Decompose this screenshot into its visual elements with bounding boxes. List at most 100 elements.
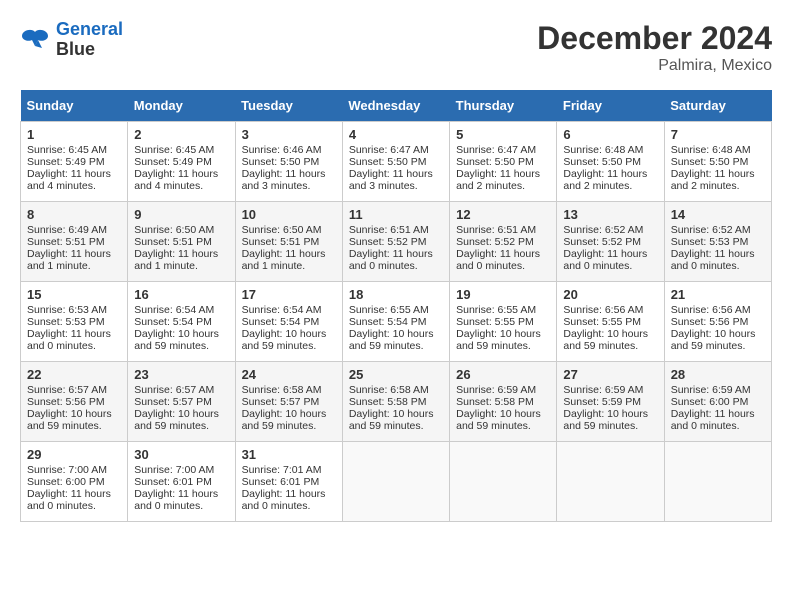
day-number: 2 (134, 127, 228, 142)
daylight: Daylight: 10 hours and 59 minutes. (563, 408, 648, 432)
calendar-cell: 19 Sunrise: 6:55 AM Sunset: 5:55 PM Dayl… (450, 282, 557, 362)
daylight: Daylight: 11 hours and 1 minute. (27, 248, 111, 272)
daylight: Daylight: 11 hours and 3 minutes. (242, 168, 326, 192)
sunrise: Sunrise: 6:52 AM (671, 224, 751, 236)
sunrise: Sunrise: 6:59 AM (456, 384, 536, 396)
calendar-cell: 15 Sunrise: 6:53 AM Sunset: 5:53 PM Dayl… (21, 282, 128, 362)
page-header: GeneralBlue December 2024 Palmira, Mexic… (20, 20, 772, 75)
daylight: Daylight: 11 hours and 0 minutes. (242, 488, 326, 512)
calendar-cell: 12 Sunrise: 6:51 AM Sunset: 5:52 PM Dayl… (450, 202, 557, 282)
calendar-cell: 22 Sunrise: 6:57 AM Sunset: 5:56 PM Dayl… (21, 362, 128, 442)
calendar-cell: 14 Sunrise: 6:52 AM Sunset: 5:53 PM Dayl… (664, 202, 771, 282)
sunrise: Sunrise: 7:01 AM (242, 464, 322, 476)
day-number: 29 (27, 447, 121, 462)
daylight: Daylight: 11 hours and 2 minutes. (456, 168, 540, 192)
calendar-cell: 18 Sunrise: 6:55 AM Sunset: 5:54 PM Dayl… (342, 282, 449, 362)
day-number: 23 (134, 367, 228, 382)
sunset: Sunset: 6:01 PM (134, 476, 212, 488)
sunset: Sunset: 5:51 PM (27, 236, 105, 248)
calendar-cell: 17 Sunrise: 6:54 AM Sunset: 5:54 PM Dayl… (235, 282, 342, 362)
sunrise: Sunrise: 6:50 AM (134, 224, 214, 236)
sunrise: Sunrise: 6:54 AM (134, 304, 214, 316)
calendar-week-row: 29 Sunrise: 7:00 AM Sunset: 6:00 PM Dayl… (21, 442, 772, 522)
daylight: Daylight: 11 hours and 0 minutes. (456, 248, 540, 272)
calendar-week-row: 22 Sunrise: 6:57 AM Sunset: 5:56 PM Dayl… (21, 362, 772, 442)
calendar-cell: 13 Sunrise: 6:52 AM Sunset: 5:52 PM Dayl… (557, 202, 664, 282)
daylight: Daylight: 11 hours and 3 minutes. (349, 168, 433, 192)
calendar-cell: 23 Sunrise: 6:57 AM Sunset: 5:57 PM Dayl… (128, 362, 235, 442)
daylight: Daylight: 11 hours and 2 minutes. (671, 168, 755, 192)
weekday-header-friday: Friday (557, 90, 664, 122)
day-number: 27 (563, 367, 657, 382)
sunset: Sunset: 6:00 PM (671, 396, 749, 408)
sunset: Sunset: 5:59 PM (563, 396, 641, 408)
month-title: December 2024 (537, 20, 772, 57)
sunset: Sunset: 5:51 PM (242, 236, 320, 248)
sunrise: Sunrise: 6:48 AM (671, 144, 751, 156)
calendar-week-row: 1 Sunrise: 6:45 AM Sunset: 5:49 PM Dayli… (21, 122, 772, 202)
sunrise: Sunrise: 6:45 AM (134, 144, 214, 156)
calendar-cell: 29 Sunrise: 7:00 AM Sunset: 6:00 PM Dayl… (21, 442, 128, 522)
title-block: December 2024 Palmira, Mexico (537, 20, 772, 75)
calendar-cell: 8 Sunrise: 6:49 AM Sunset: 5:51 PM Dayli… (21, 202, 128, 282)
sunset: Sunset: 5:49 PM (134, 156, 212, 168)
calendar-cell: 20 Sunrise: 6:56 AM Sunset: 5:55 PM Dayl… (557, 282, 664, 362)
calendar-cell: 21 Sunrise: 6:56 AM Sunset: 5:56 PM Dayl… (664, 282, 771, 362)
day-number: 4 (349, 127, 443, 142)
weekday-header-wednesday: Wednesday (342, 90, 449, 122)
day-number: 8 (27, 207, 121, 222)
sunset: Sunset: 5:50 PM (349, 156, 427, 168)
calendar-cell: 1 Sunrise: 6:45 AM Sunset: 5:49 PM Dayli… (21, 122, 128, 202)
sunset: Sunset: 5:52 PM (563, 236, 641, 248)
sunrise: Sunrise: 6:57 AM (134, 384, 214, 396)
calendar-table: SundayMondayTuesdayWednesdayThursdayFrid… (20, 90, 772, 522)
day-number: 17 (242, 287, 336, 302)
day-number: 15 (27, 287, 121, 302)
day-number: 3 (242, 127, 336, 142)
sunset: Sunset: 5:55 PM (563, 316, 641, 328)
daylight: Daylight: 10 hours and 59 minutes. (27, 408, 112, 432)
daylight: Daylight: 11 hours and 0 minutes. (27, 328, 111, 352)
daylight: Daylight: 10 hours and 59 minutes. (456, 408, 541, 432)
sunrise: Sunrise: 6:52 AM (563, 224, 643, 236)
day-number: 12 (456, 207, 550, 222)
calendar-cell: 27 Sunrise: 6:59 AM Sunset: 5:59 PM Dayl… (557, 362, 664, 442)
logo-text: GeneralBlue (56, 20, 123, 60)
day-number: 5 (456, 127, 550, 142)
sunrise: Sunrise: 6:57 AM (27, 384, 107, 396)
day-number: 30 (134, 447, 228, 462)
sunset: Sunset: 5:57 PM (242, 396, 320, 408)
calendar-cell (664, 442, 771, 522)
day-number: 6 (563, 127, 657, 142)
day-number: 18 (349, 287, 443, 302)
calendar-cell: 30 Sunrise: 7:00 AM Sunset: 6:01 PM Dayl… (128, 442, 235, 522)
daylight: Daylight: 10 hours and 59 minutes. (456, 328, 541, 352)
day-number: 22 (27, 367, 121, 382)
sunset: Sunset: 5:56 PM (27, 396, 105, 408)
sunset: Sunset: 5:55 PM (456, 316, 534, 328)
daylight: Daylight: 10 hours and 59 minutes. (242, 328, 327, 352)
sunrise: Sunrise: 6:54 AM (242, 304, 322, 316)
sunset: Sunset: 5:50 PM (671, 156, 749, 168)
logo-icon (20, 28, 50, 52)
daylight: Daylight: 10 hours and 59 minutes. (563, 328, 648, 352)
day-number: 19 (456, 287, 550, 302)
day-number: 11 (349, 207, 443, 222)
daylight: Daylight: 11 hours and 1 minute. (242, 248, 326, 272)
sunset: Sunset: 5:56 PM (671, 316, 749, 328)
sunset: Sunset: 5:54 PM (134, 316, 212, 328)
calendar-cell: 28 Sunrise: 6:59 AM Sunset: 6:00 PM Dayl… (664, 362, 771, 442)
calendar-cell (450, 442, 557, 522)
sunrise: Sunrise: 6:49 AM (27, 224, 107, 236)
day-number: 9 (134, 207, 228, 222)
calendar-cell: 2 Sunrise: 6:45 AM Sunset: 5:49 PM Dayli… (128, 122, 235, 202)
day-number: 16 (134, 287, 228, 302)
logo: GeneralBlue (20, 20, 123, 60)
sunset: Sunset: 5:50 PM (456, 156, 534, 168)
daylight: Daylight: 10 hours and 59 minutes. (671, 328, 756, 352)
sunset: Sunset: 5:58 PM (349, 396, 427, 408)
sunset: Sunset: 5:54 PM (242, 316, 320, 328)
day-number: 20 (563, 287, 657, 302)
daylight: Daylight: 11 hours and 4 minutes. (134, 168, 218, 192)
weekday-header-row: SundayMondayTuesdayWednesdayThursdayFrid… (21, 90, 772, 122)
